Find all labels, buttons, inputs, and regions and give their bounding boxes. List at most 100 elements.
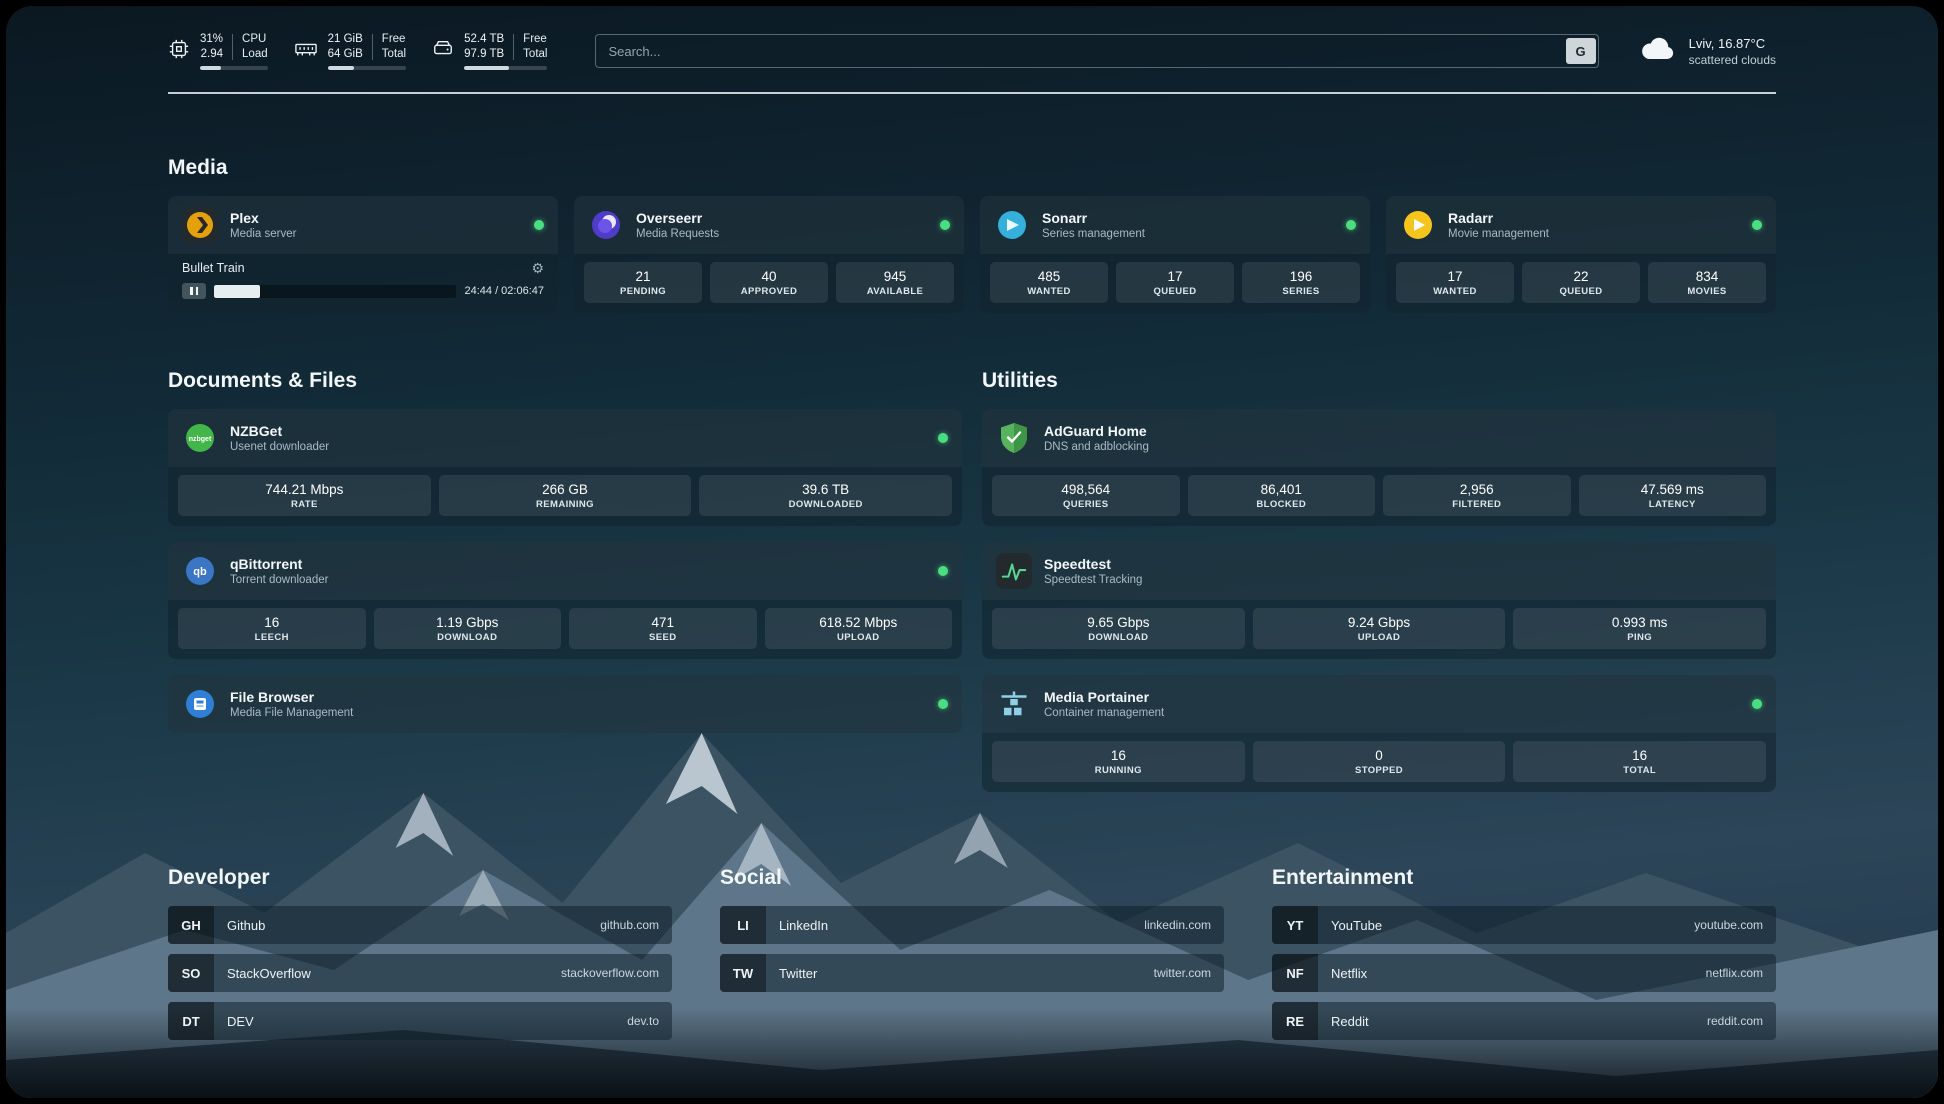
app-desc: Media Requests	[636, 228, 719, 240]
bookmark-linkedin[interactable]: LI LinkedIn linkedin.com	[720, 906, 1224, 944]
search-bar[interactable]: G	[595, 34, 1598, 68]
stat-rate: 744.21 MbpsRATE	[178, 475, 431, 516]
disk-free-label: Free	[523, 32, 547, 46]
bookmark-domain: stackoverflow.com	[561, 966, 659, 980]
app-name: Plex	[230, 210, 296, 226]
bookmark-domain: youtube.com	[1694, 918, 1763, 932]
bookmark-dev[interactable]: DT DEV dev.to	[168, 1002, 672, 1040]
now-playing-title: Bullet Train	[182, 261, 245, 275]
stat-download: 9.65 GbpsDOWNLOAD	[992, 608, 1245, 649]
stat-wanted: 485WANTED	[990, 262, 1108, 303]
card-speedtest: Speedtest Speedtest Tracking 9.65 GbpsDO…	[982, 542, 1776, 659]
app-portainer[interactable]: Media Portainer Container management	[982, 675, 1776, 733]
app-qbittorrent[interactable]: qb qBittorrent Torrent downloader	[168, 542, 962, 600]
playback-progress[interactable]	[214, 285, 456, 298]
bookmark-name: LinkedIn	[779, 918, 828, 933]
cpu-usage-value: 31%	[200, 32, 223, 46]
ram-icon	[294, 38, 318, 60]
app-nzbget[interactable]: nzbget NZBGet Usenet downloader	[168, 409, 962, 467]
nzbget-icon: nzbget	[182, 420, 218, 456]
playback-time: 24:44 / 02:06:47	[464, 285, 544, 297]
card-overseerr: Overseerr Media Requests 21PENDING 40APP…	[574, 196, 964, 313]
card-adguard: AdGuard Home DNS and adblocking 498,564Q…	[982, 409, 1776, 526]
ram-total-label: Total	[382, 47, 406, 61]
disk-metric: 52.4 TB 97.9 TB Free Total	[432, 32, 547, 70]
app-name: Sonarr	[1042, 210, 1145, 226]
stat-available: 945AVAILABLE	[836, 262, 954, 303]
stat-blocked: 86,401BLOCKED	[1188, 475, 1376, 516]
svg-text:nzbget: nzbget	[189, 436, 212, 443]
bookmark-abbr: LI	[720, 906, 766, 944]
card-sonarr: Sonarr Series management 485WANTED 17QUE…	[980, 196, 1370, 313]
app-filebrowser[interactable]: File Browser Media File Management	[168, 675, 962, 733]
status-dot	[1752, 699, 1762, 709]
bookmark-domain: netflix.com	[1706, 966, 1763, 980]
dashboard-window: 31% 2.94 CPU Load	[6, 6, 1938, 1098]
overseerr-icon	[588, 207, 624, 243]
gear-icon[interactable]: ⚙	[531, 261, 544, 275]
disk-progress-bar	[464, 66, 547, 70]
bookmarks-entertainment: Entertainment YT YouTube youtube.com NF …	[1272, 866, 1776, 1040]
app-name: NZBGet	[230, 423, 329, 439]
bookmark-name: Netflix	[1331, 966, 1367, 981]
bookmarks-developer: Developer GH Github github.com SO StackO…	[168, 866, 672, 1040]
bookmark-name: YouTube	[1331, 918, 1382, 933]
status-dot	[940, 220, 950, 230]
weather-location: Lviv, 16.87°C	[1689, 36, 1776, 51]
header-divider	[168, 92, 1776, 94]
app-desc: Series management	[1042, 228, 1145, 240]
bookmark-youtube[interactable]: YT YouTube youtube.com	[1272, 906, 1776, 944]
pause-button[interactable]	[182, 283, 206, 299]
ram-free-value: 21 GiB	[328, 32, 363, 46]
section-title-documents: Documents & Files	[168, 369, 962, 393]
bookmark-stackoverflow[interactable]: SO StackOverflow stackoverflow.com	[168, 954, 672, 992]
cpu-load-value: 2.94	[200, 47, 223, 61]
ram-total-value: 64 GiB	[328, 47, 363, 61]
stat-queued: 17QUEUED	[1116, 262, 1234, 303]
app-sonarr[interactable]: Sonarr Series management	[980, 196, 1370, 254]
stat-series: 196SERIES	[1242, 262, 1360, 303]
stat-filtered: 2,956FILTERED	[1383, 475, 1571, 516]
bookmark-abbr: GH	[168, 906, 214, 944]
bookmarks-title-entertainment: Entertainment	[1272, 866, 1776, 890]
app-speedtest[interactable]: Speedtest Speedtest Tracking	[982, 542, 1776, 600]
app-overseerr[interactable]: Overseerr Media Requests	[574, 196, 964, 254]
adguard-shield-icon	[996, 420, 1032, 456]
bookmark-abbr: DT	[168, 1002, 214, 1040]
speedtest-icon	[996, 553, 1032, 589]
bookmark-name: StackOverflow	[227, 966, 311, 981]
disk-icon	[432, 38, 454, 60]
app-name: AdGuard Home	[1044, 423, 1149, 439]
status-dot	[1752, 220, 1762, 230]
plex-icon	[182, 207, 218, 243]
stat-seed: 471SEED	[569, 608, 757, 649]
bookmark-name: Twitter	[779, 966, 817, 981]
search-input[interactable]	[598, 44, 1565, 59]
app-desc: Torrent downloader	[230, 574, 328, 586]
app-name: Overseerr	[636, 210, 719, 226]
app-desc: DNS and adblocking	[1044, 441, 1149, 453]
status-dot	[1346, 220, 1356, 230]
bookmark-github[interactable]: GH Github github.com	[168, 906, 672, 944]
status-dot	[938, 566, 948, 576]
stat-ping: 0.993 msPING	[1513, 608, 1766, 649]
app-adguard[interactable]: AdGuard Home DNS and adblocking	[982, 409, 1776, 467]
stat-download: 1.19 GbpsDOWNLOAD	[374, 608, 562, 649]
app-name: Speedtest	[1044, 556, 1142, 572]
cpu-load-label: Load	[242, 47, 268, 61]
qbittorrent-icon: qb	[182, 553, 218, 589]
search-provider-button[interactable]: G	[1566, 38, 1596, 64]
bookmark-abbr: YT	[1272, 906, 1318, 944]
stat-queries: 498,564QUERIES	[992, 475, 1180, 516]
section-title-utilities: Utilities	[982, 369, 1776, 393]
disk-free-value: 52.4 TB	[464, 32, 504, 46]
section-title-media: Media	[168, 156, 1776, 180]
metric-divider	[372, 34, 373, 60]
app-plex[interactable]: Plex Media server	[168, 196, 558, 254]
app-radarr[interactable]: Radarr Movie management	[1386, 196, 1776, 254]
bookmark-netflix[interactable]: NF Netflix netflix.com	[1272, 954, 1776, 992]
bookmark-reddit[interactable]: RE Reddit reddit.com	[1272, 1002, 1776, 1040]
bookmark-twitter[interactable]: TW Twitter twitter.com	[720, 954, 1224, 992]
card-plex: Plex Media server Bullet Train ⚙	[168, 196, 558, 313]
bookmarks-title-social: Social	[720, 866, 1224, 890]
